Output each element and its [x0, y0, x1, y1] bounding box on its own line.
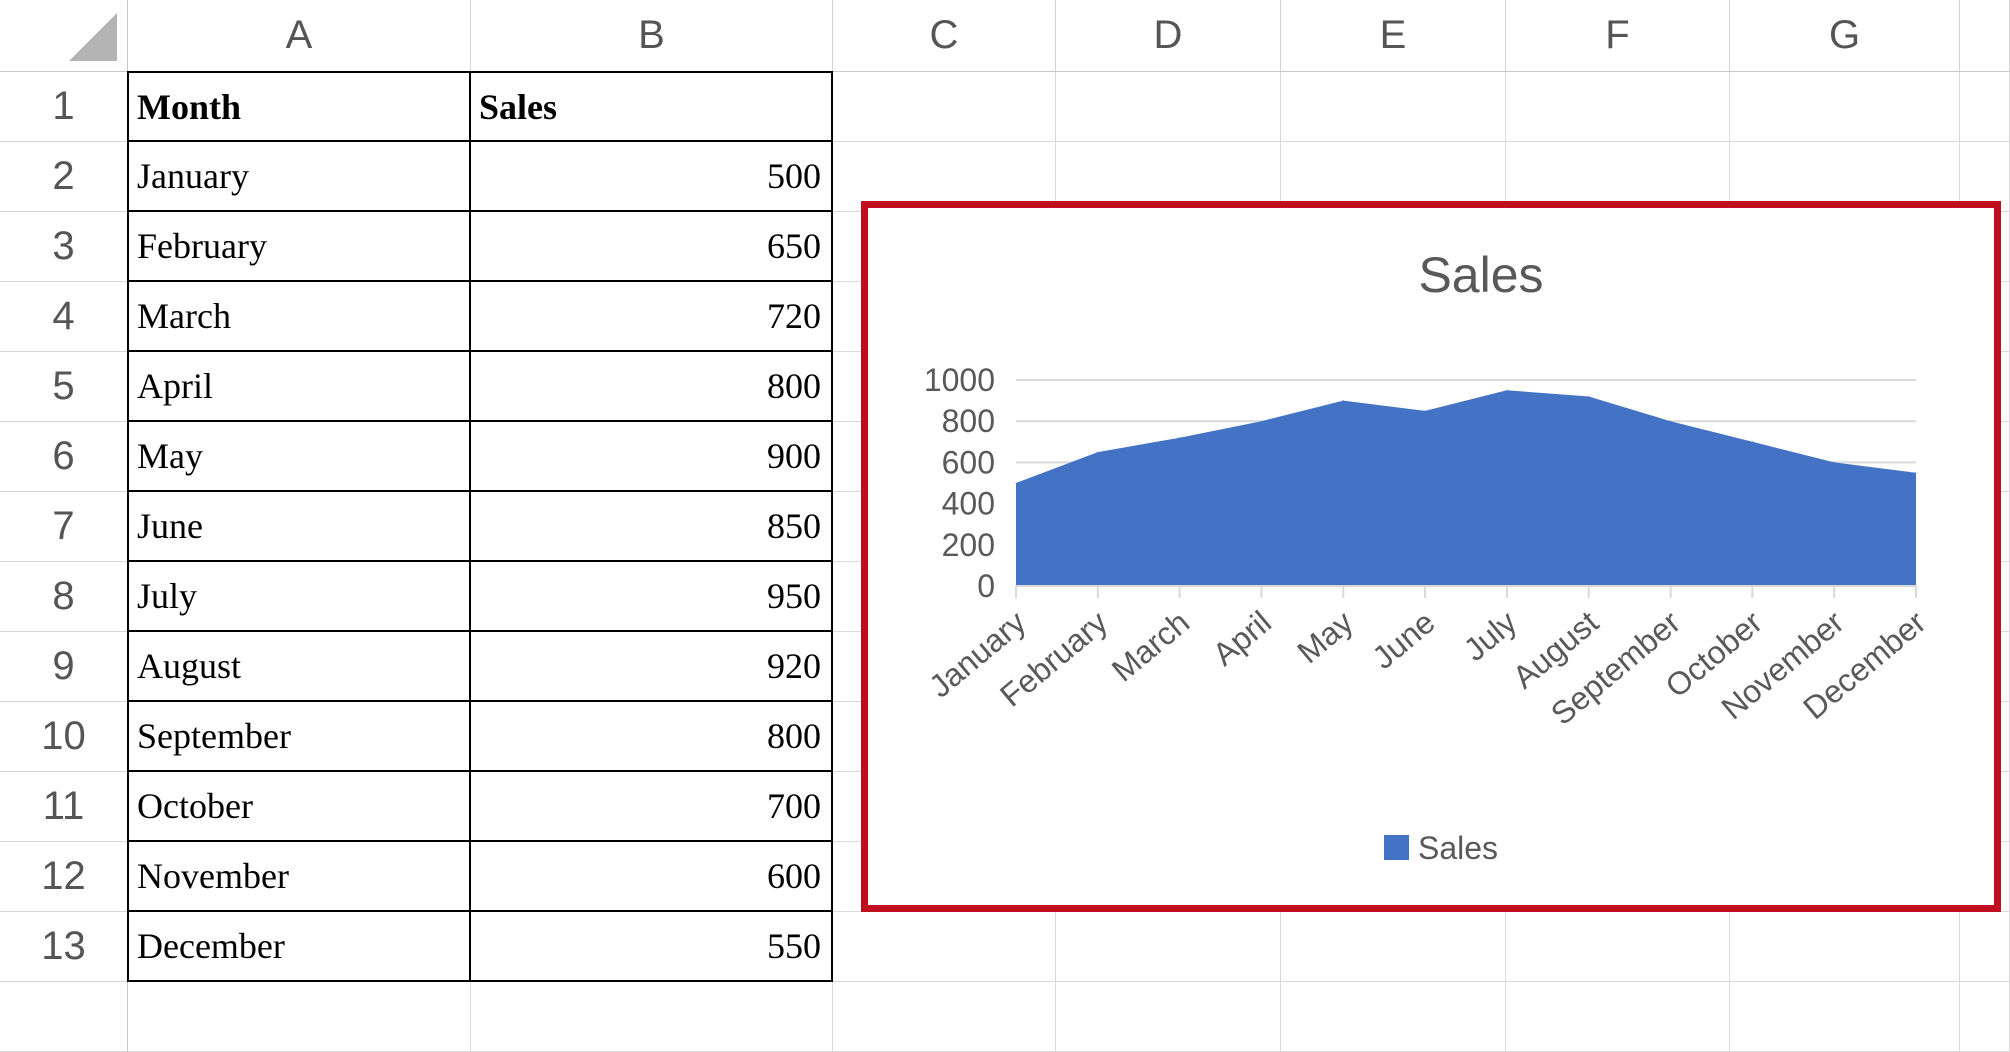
- legend-swatch: [1384, 835, 1409, 860]
- month-cell[interactable]: March: [127, 282, 471, 352]
- table-header-cell[interactable]: Sales: [471, 71, 833, 142]
- grid-cell[interactable]: [833, 912, 1056, 982]
- sales-cell[interactable]: 650: [471, 212, 833, 282]
- month-cell[interactable]: June: [127, 492, 471, 562]
- row-header[interactable]: 12: [0, 842, 128, 912]
- grid-cell[interactable]: [1506, 912, 1730, 982]
- month-cell[interactable]: September: [127, 702, 471, 772]
- sales-cell[interactable]: 800: [471, 702, 833, 772]
- grid-cell[interactable]: [1730, 72, 1960, 142]
- data-point: [1097, 451, 1099, 453]
- data-point: [1424, 410, 1426, 412]
- sales-cell[interactable]: 720: [471, 282, 833, 352]
- sales-cell[interactable]: 920: [471, 632, 833, 702]
- data-point: [1342, 400, 1344, 402]
- grid-cell[interactable]: [1281, 912, 1506, 982]
- row-header[interactable]: 13: [0, 912, 128, 982]
- month-cell[interactable]: July: [127, 562, 471, 632]
- x-tick-label: May: [1290, 604, 1359, 670]
- select-all-triangle-icon: [69, 13, 117, 61]
- row-header[interactable]: 6: [0, 422, 128, 492]
- y-tick-label: 600: [942, 444, 995, 480]
- data-point: [1915, 472, 1917, 474]
- grid-cell[interactable]: [1056, 912, 1281, 982]
- sales-cell[interactable]: 800: [471, 352, 833, 422]
- row-header[interactable]: 2: [0, 142, 128, 212]
- month-cell[interactable]: August: [127, 632, 471, 702]
- data-point: [1179, 437, 1181, 439]
- row-header[interactable]: 10: [0, 702, 128, 772]
- grid-cell[interactable]: [1730, 912, 1960, 982]
- row-header[interactable]: 3: [0, 212, 128, 282]
- sales-cell[interactable]: 500: [471, 142, 833, 212]
- column-header[interactable]: C: [833, 0, 1056, 72]
- y-tick-label: 200: [942, 527, 995, 563]
- sales-cell[interactable]: 850: [471, 492, 833, 562]
- month-cell[interactable]: December: [127, 912, 471, 982]
- row-header[interactable]: 11: [0, 772, 128, 842]
- sales-cell[interactable]: 950: [471, 562, 833, 632]
- month-cell[interactable]: February: [127, 212, 471, 282]
- chart-title: Sales: [1418, 247, 1543, 303]
- column-header[interactable]: F: [1506, 0, 1730, 72]
- data-point: [1261, 420, 1262, 422]
- data-point: [1506, 389, 1508, 391]
- data-point: [1015, 482, 1017, 484]
- row-header[interactable]: 1: [0, 72, 128, 142]
- x-tick-label: April: [1206, 604, 1278, 673]
- sales-cell[interactable]: 600: [471, 842, 833, 912]
- column-header[interactable]: D: [1056, 0, 1281, 72]
- table-header-cell[interactable]: Month: [127, 71, 471, 142]
- y-tick-label: 1000: [924, 362, 995, 398]
- row-header[interactable]: 4: [0, 282, 128, 352]
- data-point: [1833, 461, 1835, 463]
- month-cell[interactable]: May: [127, 422, 471, 492]
- x-tick-label: July: [1457, 604, 1524, 668]
- grid-cell[interactable]: [1281, 72, 1506, 142]
- grid-cell[interactable]: [1056, 982, 1281, 1052]
- sales-cell[interactable]: 550: [471, 912, 833, 982]
- grid-cell[interactable]: [1960, 912, 2010, 982]
- sales-cell[interactable]: 700: [471, 772, 833, 842]
- sales-area-series: [1016, 390, 1916, 586]
- y-tick-label: 800: [942, 403, 995, 439]
- grid-cell[interactable]: [1960, 982, 2010, 1052]
- column-header[interactable]: A: [128, 0, 471, 72]
- select-all-corner[interactable]: [0, 0, 128, 72]
- row-header[interactable]: 9: [0, 632, 128, 702]
- grid-cell[interactable]: [1730, 982, 1960, 1052]
- row-header[interactable]: 8: [0, 562, 128, 632]
- y-tick-label: 400: [942, 486, 995, 522]
- legend-label: Sales: [1418, 830, 1498, 866]
- row-header[interactable]: 5: [0, 352, 128, 422]
- column-header[interactable]: B: [471, 0, 833, 72]
- data-point: [1751, 441, 1753, 443]
- data-point: [1670, 420, 1671, 422]
- grid-cell[interactable]: [833, 72, 1056, 142]
- grid-cell[interactable]: [833, 982, 1056, 1052]
- data-point: [1588, 396, 1590, 397]
- y-tick-label: 0: [977, 568, 995, 604]
- x-tick-label: March: [1105, 604, 1196, 689]
- sales-area-chart[interactable]: Sales 0 200 400 600 800 1000 January February Mar…: [861, 201, 2001, 912]
- column-header[interactable]: [1960, 0, 2010, 72]
- x-tick-label: June: [1365, 604, 1441, 676]
- grid-cell[interactable]: [471, 982, 833, 1052]
- month-cell[interactable]: October: [127, 772, 471, 842]
- grid-cell[interactable]: [1506, 72, 1730, 142]
- grid-cell[interactable]: [128, 982, 471, 1052]
- grid-cell[interactable]: [1960, 72, 2010, 142]
- chart-canvas: Sales02004006008001000JanuaryFebruaryMar…: [922, 247, 1933, 866]
- grid-cell[interactable]: [1281, 982, 1506, 1052]
- grid-cell[interactable]: [1506, 982, 1730, 1052]
- month-cell[interactable]: January: [127, 142, 471, 212]
- row-header[interactable]: 7: [0, 492, 128, 562]
- column-header[interactable]: E: [1281, 0, 1506, 72]
- column-header[interactable]: G: [1730, 0, 1960, 72]
- month-cell[interactable]: April: [127, 352, 471, 422]
- grid-cell[interactable]: [1056, 72, 1281, 142]
- sales-cell[interactable]: 900: [471, 422, 833, 492]
- row-header[interactable]: [0, 982, 128, 1052]
- month-cell[interactable]: November: [127, 842, 471, 912]
